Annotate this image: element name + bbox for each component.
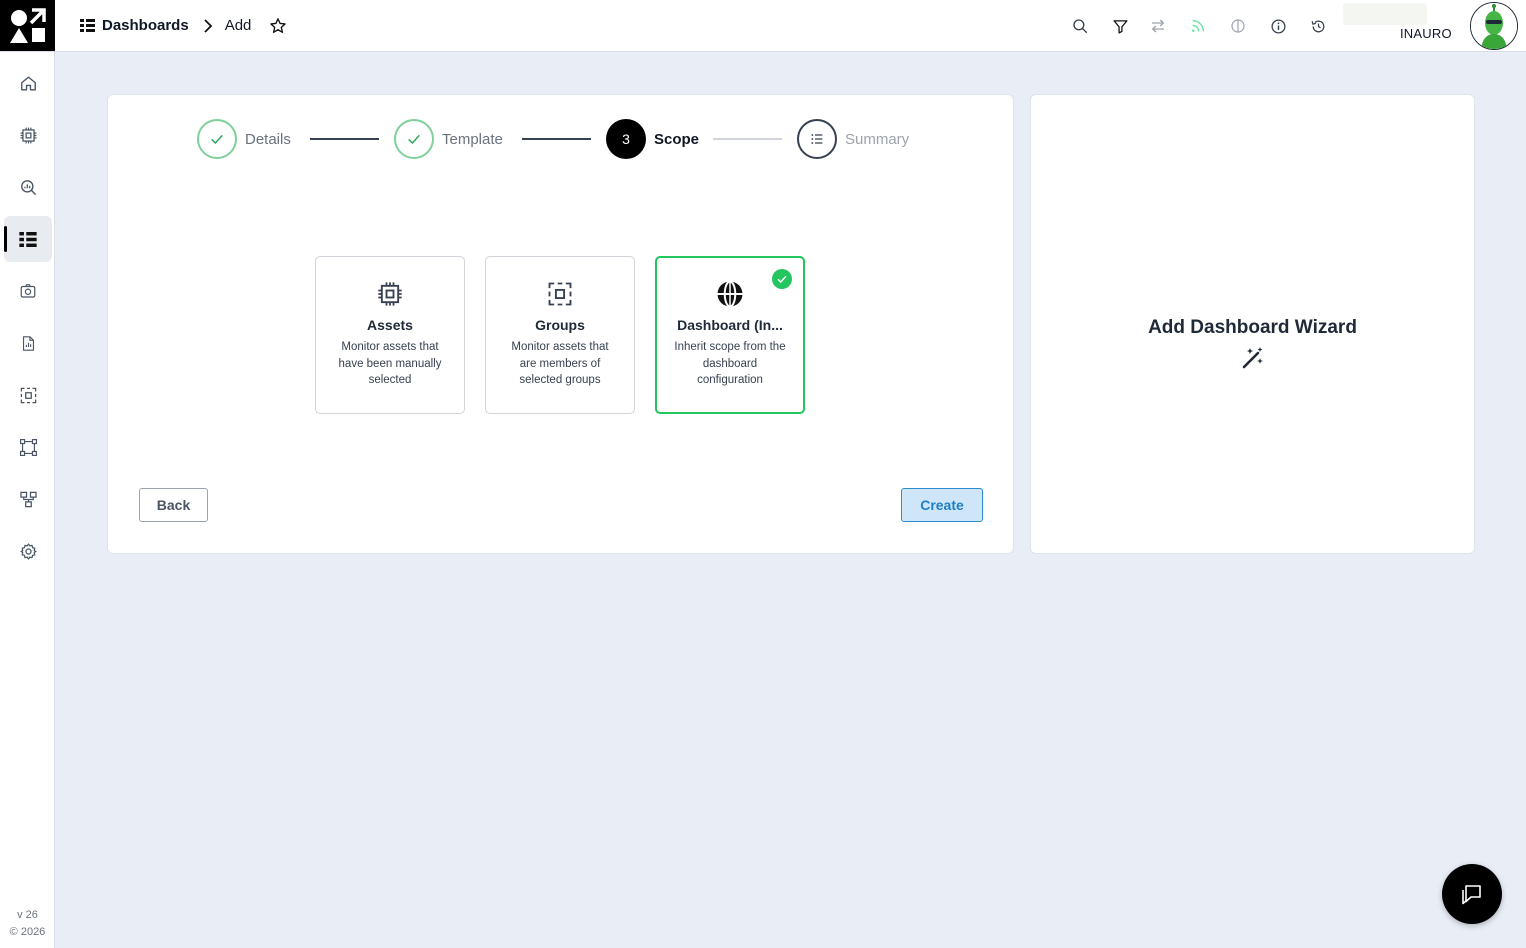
breadcrumb-dashboards-link[interactable]: Dashboards [80, 17, 189, 34]
filter-icon[interactable] [1109, 15, 1131, 37]
gear-icon [19, 542, 37, 560]
top-bar: Dashboards Add INAURO [0, 0, 1526, 52]
search-chart-icon [20, 179, 36, 195]
step-scope: 3 Scope [606, 119, 699, 159]
chip-icon [20, 127, 36, 143]
sidebar-item-snapshots[interactable] [4, 268, 52, 314]
step-connector [522, 138, 591, 140]
step-done-indicator [197, 119, 237, 159]
option-title: Assets [367, 317, 413, 333]
step-connector [713, 138, 782, 140]
feed-icon[interactable] [1187, 15, 1209, 37]
step-done-indicator [394, 119, 434, 159]
option-description: Inherit scope from the dashboard configu… [674, 341, 786, 386]
globe-icon [657, 277, 803, 311]
sidebar-item-home[interactable] [4, 60, 52, 106]
step-label: Template [442, 130, 503, 148]
user-name: INAURO [1400, 26, 1452, 41]
wizard-title: Add Dashboard Wizard [1148, 317, 1357, 338]
dashboard-grid-icon [80, 19, 95, 32]
step-label: Scope [654, 130, 700, 148]
home-icon [20, 75, 36, 91]
create-button[interactable]: Create [901, 488, 983, 522]
step-summary: Summary [797, 119, 909, 159]
step-number: 3 [606, 119, 646, 159]
check-icon [211, 134, 223, 145]
swap-icon[interactable] [1147, 15, 1169, 37]
sidebar-item-dashboards[interactable] [4, 216, 52, 262]
user-avatar[interactable] [1470, 2, 1518, 50]
info-icon[interactable] [1267, 15, 1289, 37]
hierarchy-icon [19, 491, 37, 507]
sidebar-item-reports[interactable] [4, 320, 52, 366]
breadcrumb-root-label: Dashboards [102, 17, 189, 34]
history-icon[interactable] [1307, 15, 1329, 37]
chip-icon [316, 277, 464, 311]
version-label: v 26 [17, 909, 38, 921]
report-icon [22, 335, 34, 351]
scope-option-groups[interactable]: Groups Monitor assets that are members o… [485, 256, 635, 414]
sidebar-item-settings[interactable] [4, 528, 52, 574]
chat-icon [1462, 885, 1481, 905]
option-description: Monitor assets that are members of selec… [511, 341, 609, 386]
copyright-label: © 2026 [9, 926, 46, 938]
version-info: v 26 © 2026 [0, 907, 55, 941]
step-connector [310, 138, 379, 140]
breadcrumb-current: Add [224, 17, 252, 34]
option-title: Groups [535, 317, 585, 333]
check-icon [408, 134, 420, 145]
back-button[interactable]: Back [139, 488, 208, 522]
zone-frame-icon [19, 438, 37, 456]
chevron-right-icon [203, 18, 213, 33]
search-icon[interactable] [1069, 15, 1091, 37]
sidebar: v 26 © 2026 [0, 52, 55, 948]
tenant-selector[interactable] [1343, 3, 1427, 25]
sidebar-item-groups[interactable] [4, 372, 52, 418]
sidebar-item-hierarchy[interactable] [4, 476, 52, 522]
step-future-indicator [797, 119, 837, 159]
group-select-icon [486, 277, 634, 311]
step-template: Template [394, 119, 503, 159]
sidebar-item-zones[interactable] [4, 424, 52, 470]
favorite-star-icon[interactable] [269, 17, 287, 35]
option-title: Dashboard (In... [677, 317, 783, 333]
dashboard-grid-icon [19, 231, 37, 247]
step-label: Summary [845, 130, 910, 148]
theme-icon[interactable] [1227, 15, 1249, 37]
app-logo[interactable] [0, 0, 55, 51]
breadcrumb: Dashboards Add [80, 0, 287, 51]
sidebar-item-analytics[interactable] [4, 164, 52, 210]
option-description: Monitor assets that have been manually s… [338, 341, 442, 386]
step-details: Details [197, 119, 291, 159]
step-label: Details [245, 130, 291, 148]
scope-option-assets[interactable]: Assets Monitor assets that have been man… [315, 256, 465, 414]
chat-button[interactable] [1442, 864, 1502, 924]
wizard-info-card: Add Dashboard Wizard [1030, 94, 1475, 554]
wizard-card: Details Template 3 Scope Summary Assets … [107, 94, 1014, 554]
group-select-icon [20, 387, 36, 403]
camera-icon [20, 284, 36, 298]
scope-option-dashboard-inherit[interactable]: Dashboard (In... Inherit scope from the … [655, 256, 805, 414]
sidebar-item-assets[interactable] [4, 112, 52, 158]
magic-wand-icon [1240, 345, 1266, 371]
list-icon [811, 134, 823, 144]
